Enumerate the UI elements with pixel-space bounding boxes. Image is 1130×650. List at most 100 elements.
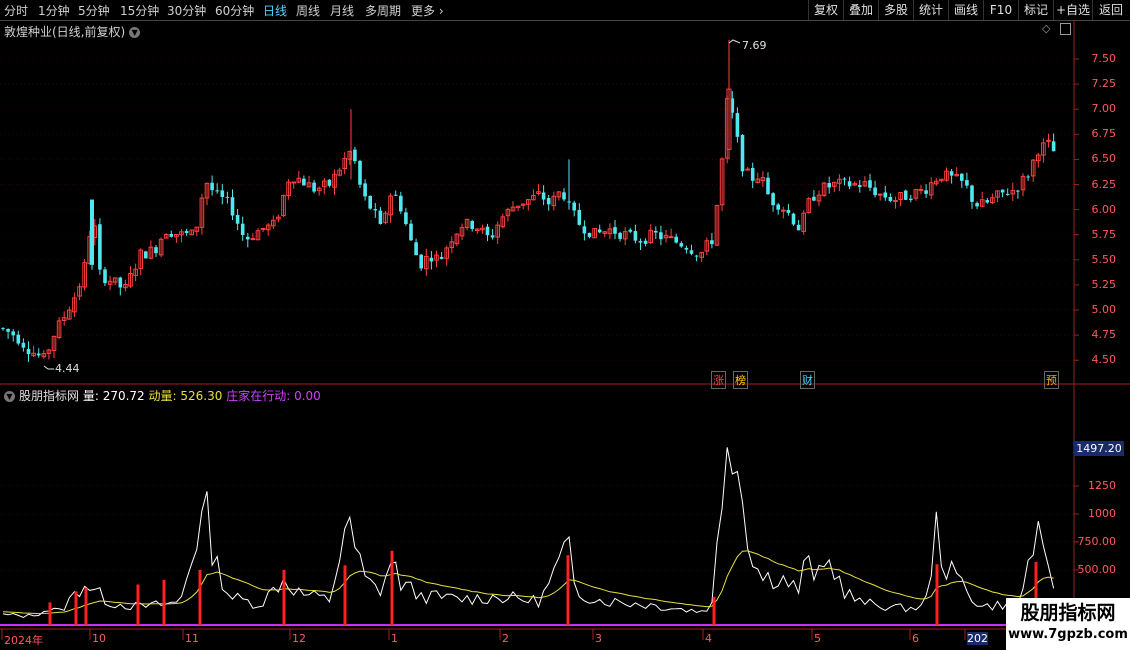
candle-body — [312, 182, 316, 192]
diamond-icon[interactable]: ◇ — [1042, 22, 1050, 35]
high-price-label: 7.69 — [742, 39, 767, 52]
zhuang-spike-bar — [935, 564, 939, 625]
zhuang-spike-bar — [162, 580, 166, 625]
indicator-name[interactable]: 股朋指标网 — [19, 389, 79, 403]
candle-body — [260, 227, 266, 230]
zhuang-spike-bar — [136, 584, 140, 625]
candle-body — [949, 171, 954, 176]
candle-body — [21, 342, 26, 348]
date-tick-label: 10 — [92, 632, 106, 645]
candle-body — [291, 181, 296, 184]
candle-body — [903, 190, 908, 200]
volume-value: 量: 270.72 — [82, 389, 145, 403]
price-tick-label: 5.25 — [1091, 277, 1117, 291]
candle-body — [485, 226, 490, 236]
candle-body — [633, 231, 638, 241]
candle-body — [562, 192, 566, 200]
candle-body — [230, 197, 235, 216]
price-tick-label: 7.25 — [1091, 77, 1117, 91]
high-pointer — [728, 39, 741, 44]
candle-body — [985, 200, 990, 203]
candle-body — [776, 204, 780, 210]
candle-body — [842, 178, 847, 180]
candle-body — [710, 240, 714, 245]
price-tick-label: 7.00 — [1091, 102, 1117, 116]
mavol-value: 动量: 526.30 — [148, 389, 223, 403]
candle-body — [924, 190, 928, 194]
candle-body — [246, 236, 250, 240]
candle-body — [960, 173, 964, 181]
date-tick-label: 5 — [814, 632, 821, 645]
candle-body — [215, 190, 219, 192]
date-tick-label: 12 — [292, 632, 306, 645]
candle-body — [36, 353, 41, 356]
candle-body — [414, 242, 418, 256]
volume-tick-label: 500.00 — [1077, 563, 1117, 576]
candle-body — [90, 199, 94, 265]
candle-body — [909, 198, 913, 201]
zhuang-spike-bar — [84, 587, 88, 625]
candle-body — [827, 183, 831, 188]
candle-body — [1005, 193, 1010, 195]
candle-body — [791, 213, 796, 225]
price-tick-label: 6.00 — [1091, 202, 1117, 216]
zhuang-value: 庄家在行动: 0.00 — [226, 389, 321, 403]
candle-body — [439, 256, 444, 259]
stock-chart[interactable] — [0, 0, 1130, 650]
ranking-marker[interactable]: 榜 — [733, 371, 748, 389]
candle-body — [877, 193, 883, 196]
volume-tick-label: 1000 — [1088, 507, 1116, 520]
volume-line — [2, 447, 1055, 619]
volume-current-badge: 1497.20 — [1074, 441, 1124, 456]
price-tick-label: 5.00 — [1091, 303, 1117, 316]
candle-body — [419, 254, 423, 269]
candle-body — [404, 212, 408, 225]
candle-body — [26, 348, 31, 355]
date-tick-label: 2024年 — [4, 634, 43, 647]
candle-body — [240, 223, 245, 236]
candle-body — [597, 229, 602, 233]
candle-body — [750, 167, 755, 181]
price-tick-label: 5.50 — [1091, 252, 1117, 266]
candle-body — [684, 247, 689, 250]
candle-body — [378, 210, 383, 224]
price-tick-label: 6.75 — [1091, 127, 1117, 141]
candle-body — [689, 250, 694, 254]
candle-body — [363, 183, 367, 197]
candle-body — [373, 209, 378, 211]
date-tick-label: 2 — [502, 632, 509, 645]
candle-body — [210, 182, 214, 191]
chevron-down-icon[interactable]: ▼ — [129, 27, 141, 38]
candle-body — [694, 255, 699, 257]
candle-body — [893, 199, 898, 202]
candle-body — [654, 230, 658, 233]
candle-body — [399, 195, 403, 212]
candle-body — [368, 195, 372, 209]
price-tick-label: 4.75 — [1091, 328, 1117, 342]
panel-toggle-icon[interactable] — [1060, 23, 1071, 35]
date-tick-label: 1 — [391, 632, 398, 645]
finance-marker[interactable]: 财 — [800, 371, 815, 389]
candle-body — [786, 209, 791, 213]
candle-body — [888, 196, 893, 201]
candle-body — [118, 277, 123, 288]
date-tick-label: 6 — [912, 632, 919, 645]
candle-body — [327, 179, 332, 186]
limit-up-marker[interactable]: 涨 — [711, 371, 726, 389]
candle-body — [674, 236, 678, 243]
candle-body — [883, 192, 888, 198]
price-tick-label: 5.75 — [1091, 227, 1117, 241]
candle-body — [6, 328, 10, 332]
forecast-marker[interactable]: 预 — [1044, 371, 1059, 389]
candle-body — [225, 196, 230, 198]
price-tick-label: 6.25 — [1091, 177, 1117, 191]
candle-body — [659, 232, 663, 240]
stock-title: 敦煌种业(日线,前复权) ▼ — [4, 23, 141, 40]
chevron-down-icon[interactable]: ▼ — [4, 391, 15, 402]
candle-body — [873, 187, 877, 196]
watermark-url: www.7gpzb.com — [1008, 627, 1128, 642]
candle-body — [745, 168, 750, 171]
zhuang-spike-bar — [198, 569, 202, 625]
candle-body — [169, 233, 174, 237]
candle-body — [250, 238, 256, 241]
